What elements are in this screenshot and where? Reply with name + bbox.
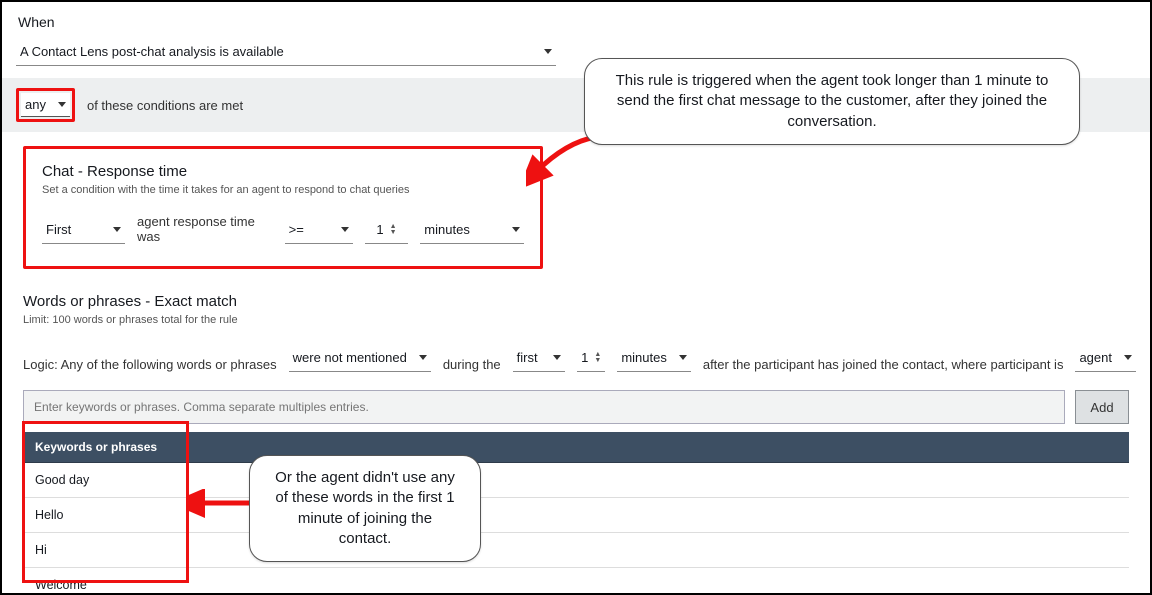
mentioned-select[interactable]: were not mentioned	[289, 344, 431, 372]
participant-value: agent	[1079, 350, 1112, 365]
table-row[interactable]: Hello	[23, 498, 1129, 533]
keywords-input[interactable]	[23, 390, 1065, 424]
chat-op-value: >=	[289, 222, 304, 237]
words-unit-value: minutes	[621, 350, 667, 365]
callout-keywords: Or the agent didn't use any of these wor…	[249, 455, 481, 562]
chat-mid-text: agent response time was	[137, 214, 273, 244]
trigger-select[interactable]: A Contact Lens post-chat analysis is ava…	[16, 38, 556, 66]
words-card-desc: Limit: 100 words or phrases total for th…	[23, 314, 1136, 326]
table-row[interactable]: Good day	[23, 463, 1129, 498]
chat-response-card: Chat - Response time Set a condition wit…	[23, 146, 543, 269]
callout-trigger: This rule is triggered when the agent to…	[584, 58, 1080, 145]
keywords-table-header: Keywords or phrases	[23, 432, 1129, 463]
chat-value: 1	[376, 222, 383, 237]
words-value-input[interactable]: 1 ▲▼	[577, 344, 605, 372]
chat-card-title: Chat - Response time	[42, 163, 524, 180]
words-value: 1	[581, 350, 588, 365]
page: When A Contact Lens post-chat analysis i…	[0, 0, 1152, 595]
participant-select[interactable]: agent	[1075, 344, 1136, 372]
match-suffix: of these conditions are met	[87, 98, 243, 113]
match-quantifier-select[interactable]: any	[21, 93, 70, 117]
words-card: Words or phrases - Exact match Limit: 10…	[23, 293, 1136, 372]
add-button[interactable]: Add	[1075, 390, 1129, 424]
mentioned-value: were not mentioned	[293, 350, 407, 365]
after-text: after the participant has joined the con…	[703, 357, 1064, 372]
during-the-text: during the	[443, 357, 501, 372]
when-select[interactable]: first	[513, 344, 565, 372]
chat-unit-select[interactable]: minutes	[420, 216, 524, 244]
logic-prefix: Logic: Any of the following words or phr…	[23, 357, 277, 372]
chat-unit-value: minutes	[424, 222, 470, 237]
chat-op-select[interactable]: >=	[285, 216, 353, 244]
when-label: When	[18, 14, 1136, 30]
words-unit-select[interactable]: minutes	[617, 344, 691, 372]
keywords-input-row: Add	[23, 390, 1129, 424]
keywords-table: Keywords or phrases Good day Hello Hi We…	[23, 432, 1129, 595]
chat-value-input[interactable]: 1 ▲▼	[365, 216, 409, 244]
when-value: first	[517, 350, 538, 365]
chat-card-desc: Set a condition with the time it takes f…	[42, 184, 524, 196]
chat-position-select[interactable]: First	[42, 216, 125, 244]
trigger-select-value: A Contact Lens post-chat analysis is ava…	[20, 44, 284, 59]
number-spinner-icon: ▲▼	[390, 224, 397, 236]
number-spinner-icon: ▲▼	[594, 352, 601, 364]
highlight-any: any	[16, 88, 75, 122]
words-card-title: Words or phrases - Exact match	[23, 293, 1136, 310]
match-quantifier-value: any	[25, 97, 46, 112]
table-row[interactable]: Hi	[23, 533, 1129, 568]
chat-position-value: First	[46, 222, 71, 237]
table-row[interactable]: Welcome	[23, 568, 1129, 595]
